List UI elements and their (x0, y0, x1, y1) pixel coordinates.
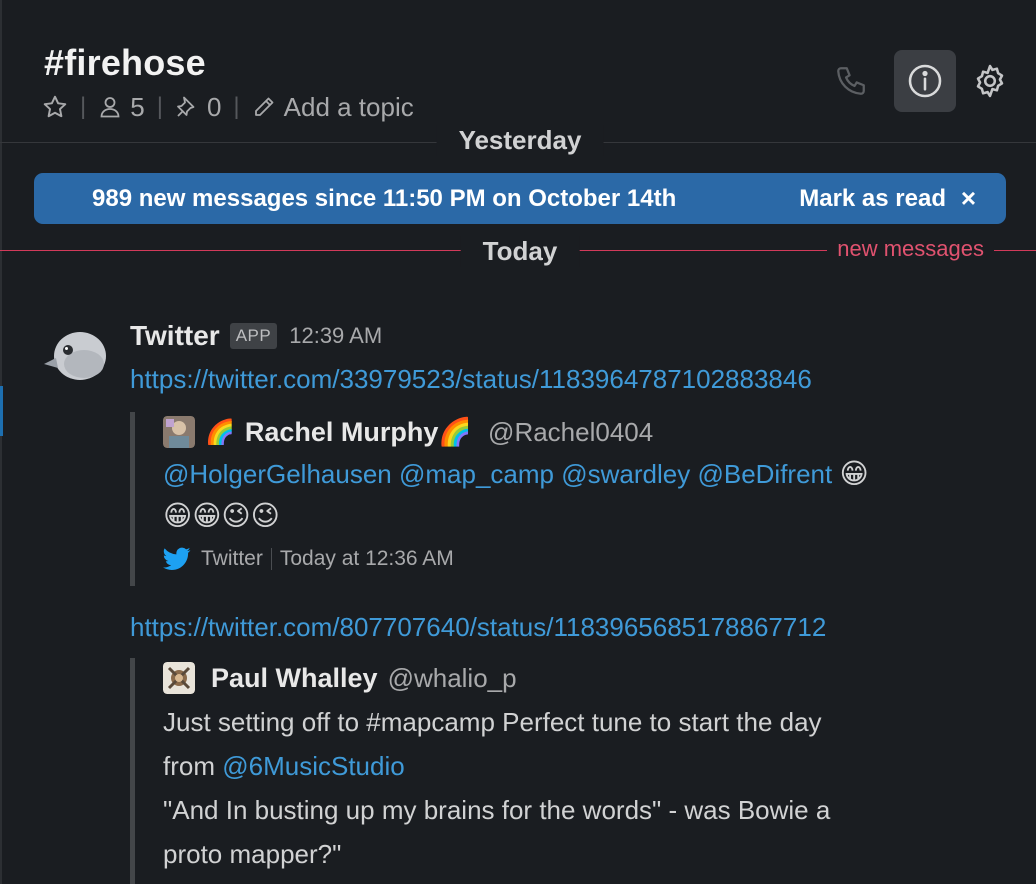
separator: | (80, 93, 87, 120)
separator (270, 548, 272, 570)
emoji-line: 😁😁😉😉 (163, 500, 280, 531)
call-button[interactable] (820, 50, 882, 112)
author-prefix: 🌈 (205, 418, 235, 446)
scroll-marker (0, 386, 3, 436)
author-avatar[interactable] (163, 416, 195, 448)
pencil-icon (254, 97, 274, 116)
tweet-attachment: Paul Whalley @whalio_p Just setting off … (130, 658, 1010, 884)
new-messages-banner[interactable]: 989 new messages since 11:50 PM on Octob… (34, 173, 1006, 224)
tweet-line: proto mapper?" (163, 839, 342, 869)
header-actions (820, 50, 1012, 112)
sender-name[interactable]: Twitter (130, 320, 220, 352)
star-icon (43, 95, 67, 118)
mention-link[interactable]: @HolgerGelhausen (163, 459, 392, 489)
tweet-line: @HolgerGelhausen @map_camp @swardley @Be… (163, 452, 1010, 496)
tweet-author-row: Paul Whalley @whalio_p (163, 658, 1010, 698)
banner-message[interactable]: 989 new messages since 11:50 PM on Octob… (92, 185, 676, 213)
tweet-timestamp[interactable]: Today at 12:36 AM (280, 547, 454, 571)
twitter-bird-icon (163, 547, 191, 570)
author-handle[interactable]: @whalio_p (388, 663, 517, 694)
author-avatar[interactable] (163, 662, 195, 694)
pins-count: 0 (206, 91, 222, 122)
mark-as-read-button[interactable]: Mark as read (799, 185, 946, 213)
tweet-attachment: 🌈 Rachel Murphy🌈 @Rachel0404 @HolgerGelh… (130, 412, 1010, 586)
avatar-bird-icon (44, 332, 106, 380)
close-icon[interactable]: × (961, 183, 976, 214)
avatar[interactable] (42, 324, 110, 384)
pin-icon (177, 96, 195, 117)
tweet-footer: Twitter Today at 12:36 AM (163, 544, 1010, 574)
separator: | (233, 93, 240, 120)
yesterday-label: Yesterday (436, 125, 604, 156)
message-header: Twitter APP 12:39 AM (130, 320, 382, 352)
mention-link[interactable]: @map_camp (399, 459, 554, 489)
phone-icon (837, 67, 865, 95)
tweet-link[interactable]: https://twitter.com/33979523/status/1183… (130, 364, 812, 395)
tweet-body: Just setting off to #mapcamp Perfect tun… (163, 700, 1010, 876)
settings-button[interactable] (968, 50, 1012, 112)
new-messages-label: new messages (827, 236, 994, 262)
members-button[interactable]: 5 (98, 91, 145, 123)
tweet-line: Just setting off to #mapcamp Perfect tun… (163, 707, 822, 737)
author-name[interactable]: Rachel Murphy🌈 (245, 416, 472, 448)
author-name[interactable]: Paul Whalley (211, 663, 378, 694)
tweet-source: Twitter (201, 547, 263, 570)
tweet-line: "And In busting up my brains for the wor… (163, 795, 831, 825)
members-count: 5 (130, 91, 145, 122)
yesterday-divider: Yesterday (0, 121, 1036, 161)
tweet-line: from @6MusicStudio (163, 744, 1010, 788)
tweet-body: @HolgerGelhausen @map_camp @swardley @Be… (163, 452, 1010, 536)
channel-title[interactable]: #firehose (44, 42, 206, 84)
pins-button[interactable]: 0 (175, 92, 221, 123)
add-topic-button[interactable]: Add a topic (252, 92, 414, 123)
mention-link[interactable]: @BeDifrent (697, 459, 832, 489)
mention-link[interactable]: @swardley (561, 459, 690, 489)
today-label: Today (460, 236, 580, 267)
tweet-author-row: 🌈 Rachel Murphy🌈 @Rachel0404 (163, 412, 1010, 452)
tweet-link[interactable]: https://twitter.com/807707640/status/118… (130, 612, 826, 643)
add-topic-label: Add a topic (283, 91, 414, 122)
star-button[interactable] (42, 94, 68, 120)
details-button[interactable] (894, 50, 956, 112)
mention-link[interactable]: @6MusicStudio (222, 751, 404, 781)
members-icon (100, 97, 120, 118)
gear-icon (976, 64, 1004, 98)
channel-meta: | 5 | 0 | Add a topic (42, 90, 414, 124)
grin-emoji: 😁 (839, 458, 869, 489)
message-time[interactable]: 12:39 AM (289, 323, 382, 349)
tweet-text: from (163, 751, 223, 781)
app-badge: APP (229, 323, 278, 349)
separator: | (156, 93, 163, 120)
author-handle[interactable]: @Rachel0404 (488, 417, 653, 448)
info-icon (908, 64, 942, 98)
